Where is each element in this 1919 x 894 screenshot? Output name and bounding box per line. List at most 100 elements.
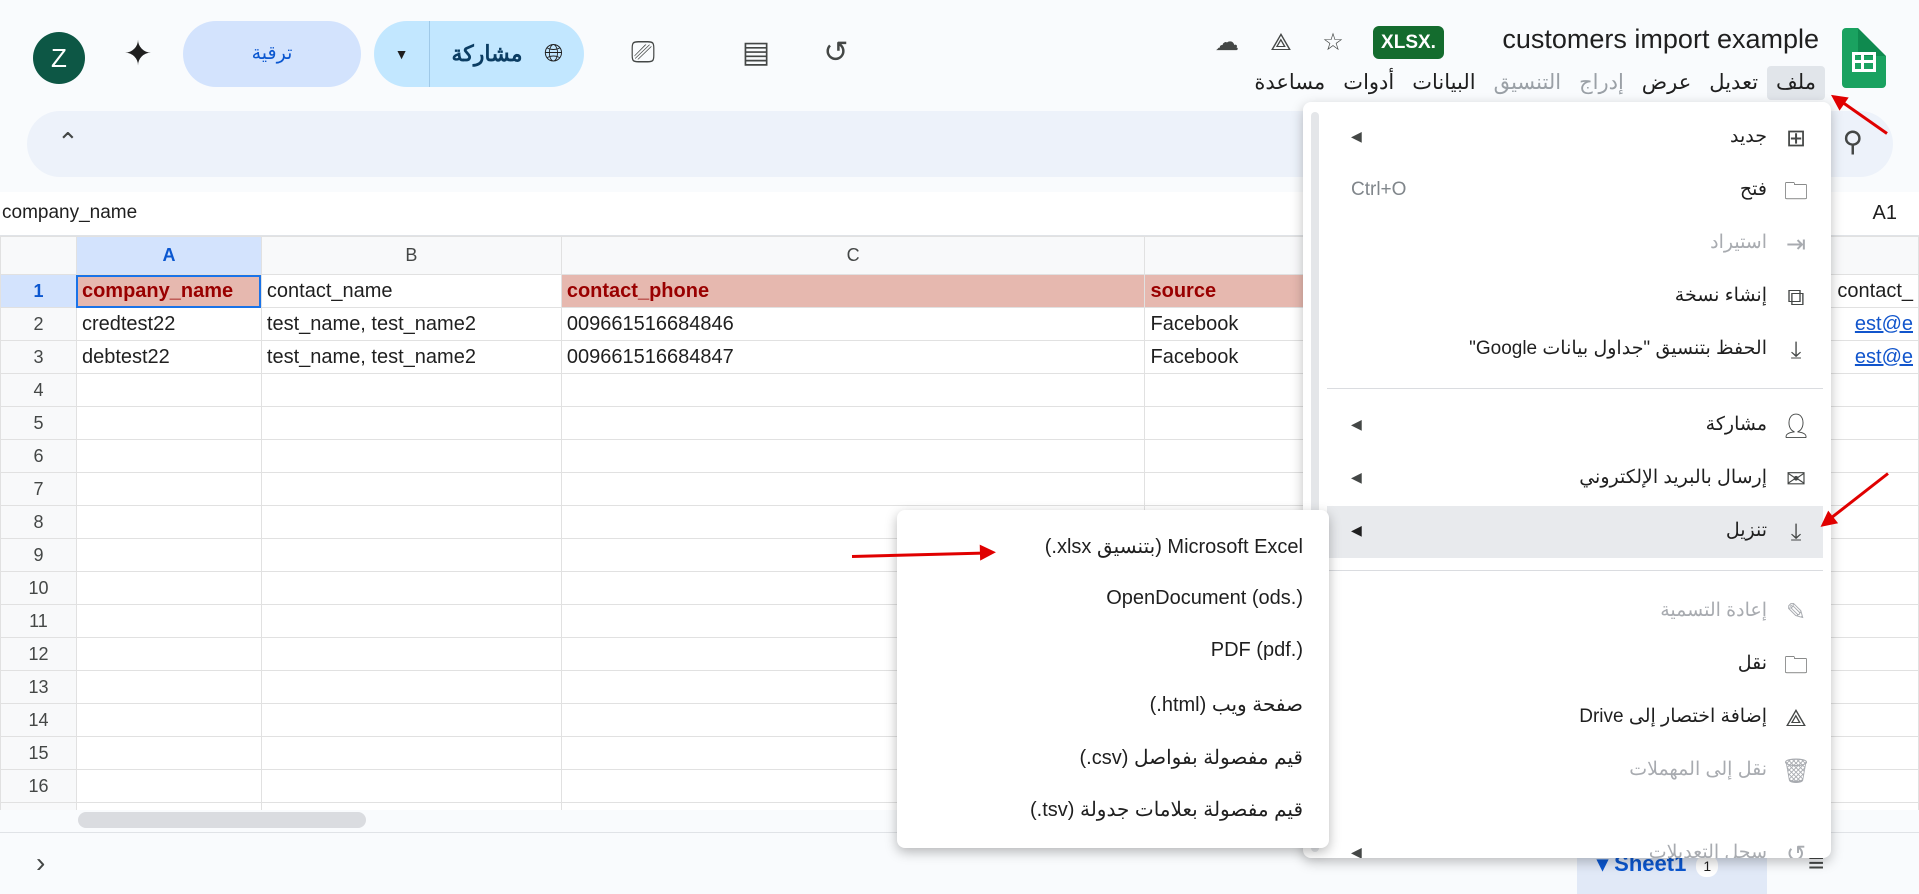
column-header[interactable]: C [560,236,1146,275]
table-cell[interactable] [75,538,262,572]
corner-cell[interactable] [0,236,77,275]
table-cell[interactable] [260,373,562,407]
cloud-status-icon[interactable]: ☁ [1212,28,1242,58]
chevron-down-icon[interactable]: ▼ [374,21,430,87]
row-number[interactable]: 9 [0,538,77,572]
table-cell[interactable] [75,802,262,810]
row-number[interactable]: 12 [0,637,77,671]
column-header[interactable]: A [75,236,262,275]
formula-content[interactable]: company_name [2,202,137,224]
sheets-logo-icon[interactable] [1842,28,1886,88]
table-cell[interactable] [75,439,262,473]
menu-item-trash[interactable]: 🗑︎ نقل إلى المهملات [1327,745,1823,797]
menu-item-new[interactable]: ⊞ جديد ◀ [1327,112,1823,164]
star-icon[interactable]: ☆ [1318,28,1348,58]
table-cell[interactable] [75,769,262,803]
chevron-up-icon[interactable]: ⌃ [57,127,79,158]
cell-reference[interactable]: A1 [1873,202,1897,225]
horizontal-scrollbar[interactable] [78,812,366,828]
table-cell[interactable] [75,373,262,407]
table-cell[interactable]: contact_name [260,274,562,308]
menu-item-save-as-sheets[interactable]: ⤓ الحفظ بتنسيق "جداول بيانات Google" [1327,324,1823,376]
chevron-right-icon[interactable]: › [36,847,45,879]
table-cell[interactable] [75,736,262,770]
row-number[interactable]: 4 [0,373,77,407]
row-number[interactable]: 17 [0,802,77,810]
row-number[interactable]: 7 [0,472,77,506]
table-cell[interactable] [260,439,562,473]
avatar[interactable]: Z [33,32,85,84]
table-cell[interactable] [560,439,1146,473]
download-html[interactable]: صفحة ويب (html.) [1150,692,1303,717]
row-number[interactable]: 3 [0,340,77,374]
menu-edit[interactable]: تعديل [1700,66,1767,100]
table-cell[interactable] [75,670,262,704]
table-cell[interactable]: debtest22 [75,340,262,374]
table-cell[interactable] [260,406,562,440]
menu-view[interactable]: عرض [1633,66,1701,100]
table-cell[interactable] [260,769,562,803]
table-cell[interactable] [75,472,262,506]
row-number[interactable]: 16 [0,769,77,803]
table-cell[interactable] [75,703,262,737]
table-cell[interactable] [560,406,1146,440]
download-xlsx[interactable]: Microsoft Excel (بتنسيق xlsx.) [1045,534,1303,559]
meet-icon[interactable]: ⎚ [620,30,666,76]
download-tsv[interactable]: قيم مفصولة بعلامات جدولة (tsv.) [1030,797,1303,822]
upgrade-button[interactable]: ترقية [183,21,361,87]
search-icon[interactable]: ⚲ [1842,125,1863,158]
table-cell[interactable] [260,472,562,506]
row-number[interactable]: 15 [0,736,77,770]
menu-item-share[interactable]: 👤︎ مشاركة ◀ [1327,400,1823,452]
table-cell[interactable] [75,637,262,671]
table-cell[interactable] [75,406,262,440]
menu-file[interactable]: ملف [1767,66,1825,100]
row-number[interactable]: 5 [0,406,77,440]
row-number[interactable]: 13 [0,670,77,704]
table-cell[interactable]: test_name, test_name2 [260,340,562,374]
document-title[interactable]: customers import example [1502,24,1819,55]
column-header[interactable]: B [260,236,562,275]
table-cell[interactable]: credtest22 [75,307,262,341]
row-number[interactable]: 8 [0,505,77,539]
menu-tools[interactable]: أدوات [1334,66,1403,100]
table-cell[interactable] [260,736,562,770]
menu-data[interactable]: البيانات [1403,66,1484,100]
menu-item-import[interactable]: ⇥ استيراد [1327,218,1823,270]
table-cell[interactable] [75,505,262,539]
table-cell[interactable] [560,373,1146,407]
menu-item-move[interactable]: 🗀︎ نقل [1327,639,1823,691]
table-cell[interactable] [260,505,562,539]
download-pdf[interactable]: PDF (pdf.) [1211,639,1303,662]
row-number[interactable]: 2 [0,307,77,341]
share-button[interactable]: ▼ مشاركة 🌐︎ [374,21,584,87]
menu-help[interactable]: مساعدة [1245,66,1334,100]
table-cell[interactable] [75,571,262,605]
row-number[interactable]: 10 [0,571,77,605]
table-cell[interactable] [260,670,562,704]
menu-insert[interactable]: إدراج [1570,66,1633,100]
table-cell[interactable]: company_name [75,274,262,308]
table-cell[interactable]: test_name, test_name2 [260,307,562,341]
menu-item-email[interactable]: ✉ إرسال بالبريد الإلكتروني ◀ [1327,453,1823,505]
table-cell[interactable] [260,637,562,671]
row-number[interactable]: 6 [0,439,77,473]
table-cell[interactable] [260,538,562,572]
row-number[interactable]: 1 [0,274,77,308]
menu-item-version-history[interactable]: ↺ سجل التعديلات ◀ [1327,828,1823,858]
menu-item-rename[interactable]: ✎ إعادة التسمية [1327,586,1823,638]
table-cell[interactable] [560,472,1146,506]
table-cell[interactable] [260,604,562,638]
menu-item-download[interactable]: ⤓ تنزيل ◀ [1327,506,1823,558]
menu-item-copy[interactable]: ⧉ إنشاء نسخة [1327,271,1823,323]
row-number[interactable]: 11 [0,604,77,638]
menu-format[interactable]: التنسيق [1485,66,1571,100]
move-to-drive-icon[interactable]: ⟁ [1266,28,1296,58]
download-csv[interactable]: قيم مفصولة بفواصل (csv.) [1080,745,1303,770]
gemini-icon[interactable]: ✦ [116,32,160,76]
download-ods[interactable]: OpenDocument (ods.) [1106,587,1303,610]
table-cell[interactable]: contact_phone [560,274,1146,308]
comment-icon[interactable]: ▤ [733,30,779,76]
table-cell[interactable]: 009661516684847 [560,340,1146,374]
table-cell[interactable] [75,604,262,638]
